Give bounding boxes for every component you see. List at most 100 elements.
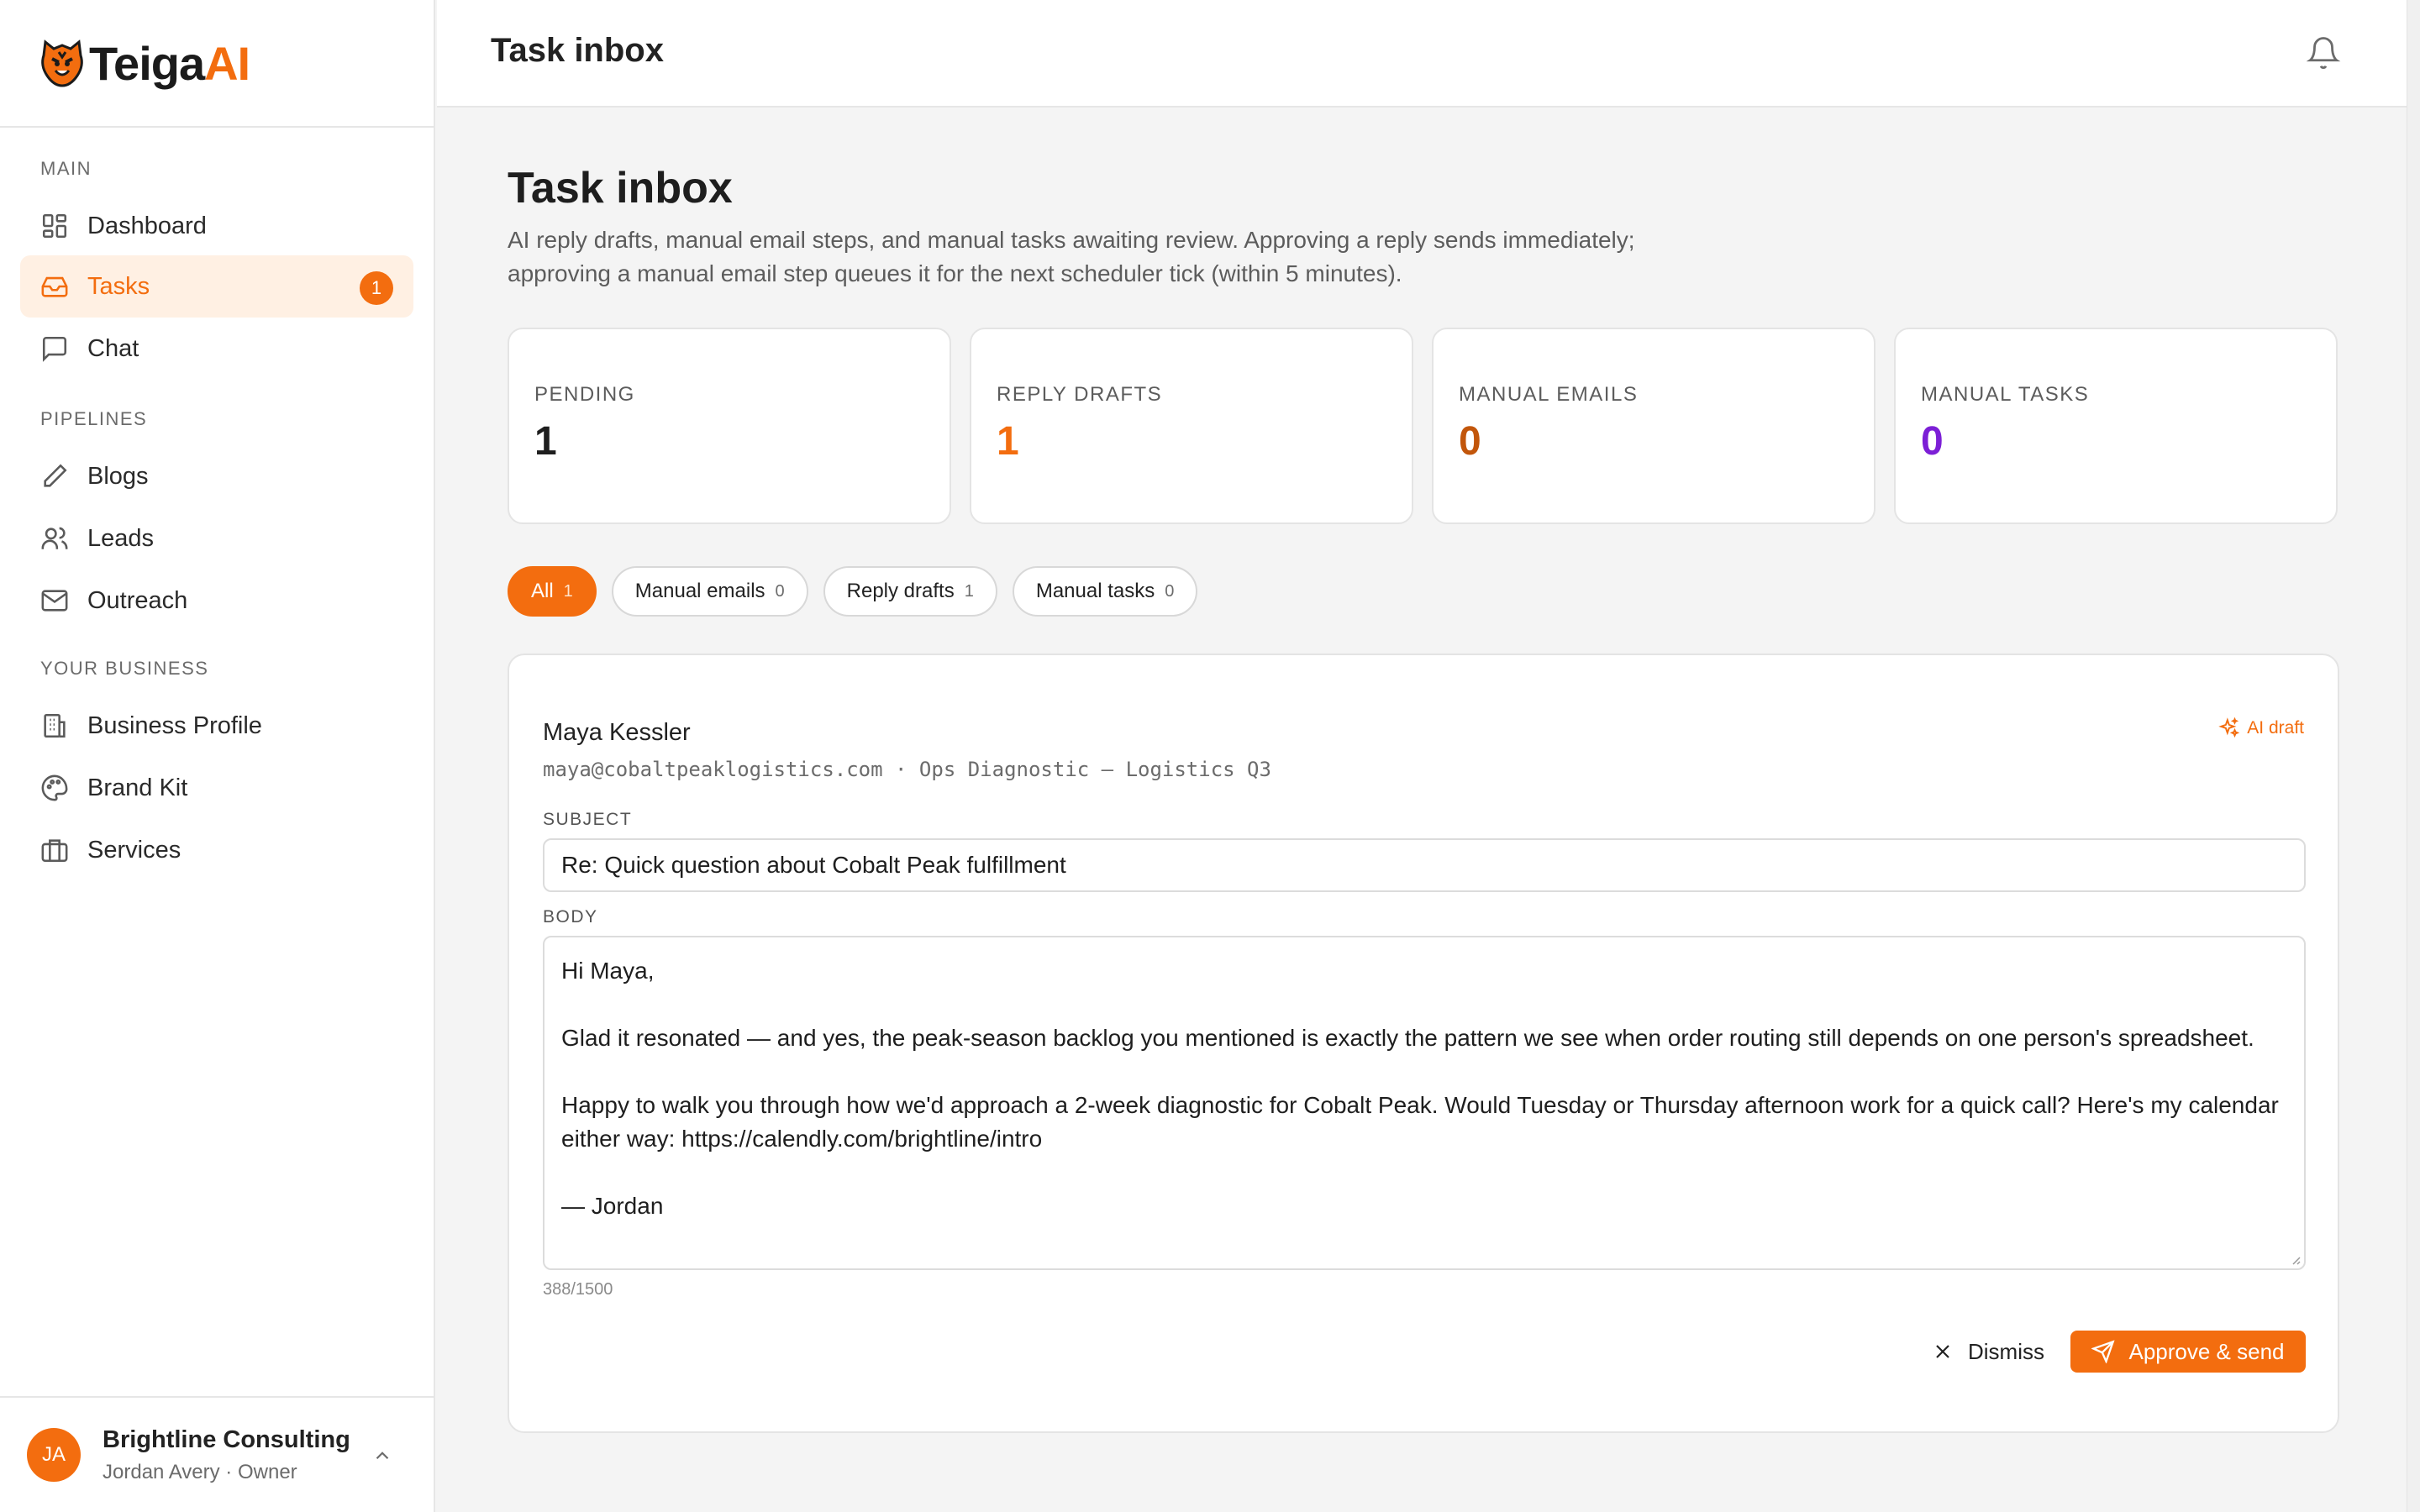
avatar: JA [27, 1428, 81, 1482]
body-line: Glad it resonated — and yes, the peak-se… [561, 1025, 2254, 1051]
stat-card-manual-emails: MANUAL EMAILS 0 [1432, 328, 1876, 524]
sidebar: TeigaAI MAIN Dashboard Tasks 1 Chat PIPE… [0, 0, 435, 1512]
stat-label: REPLY DRAFTS [997, 383, 1163, 406]
stat-value: 1 [534, 419, 557, 464]
sparkles-icon [2218, 717, 2240, 738]
filter-chip-manual-tasks[interactable]: Manual tasks 0 [1012, 566, 1198, 617]
subject-label: SUBJECT [543, 810, 633, 829]
briefcase-icon [41, 839, 68, 863]
chip-label: All [531, 580, 554, 602]
char-count: 388/1500 [543, 1280, 613, 1299]
sidebar-item-label: Blogs [87, 462, 149, 490]
chip-count: 0 [775, 581, 785, 601]
chip-count: 1 [964, 581, 974, 601]
send-icon [2091, 1340, 2116, 1363]
approve-label: Approve & send [2128, 1338, 2285, 1364]
account-info: Brightline Consulting Jordan Avery · Own… [103, 1426, 350, 1484]
section-label-main: MAIN [40, 158, 92, 179]
scrollbar[interactable] [2407, 0, 2420, 1512]
task-card: Maya Kessler maya@cobaltpeaklogistics.co… [508, 654, 2339, 1433]
section-label-pipelines: PIPELINES [40, 408, 148, 429]
body-line [561, 988, 2287, 1021]
chip-count: 1 [563, 581, 573, 601]
sidebar-item-leads[interactable]: Leads [20, 507, 413, 570]
filter-chips: All 1 Manual emails 0 Reply drafts 1 Man… [508, 566, 1198, 617]
account-subtitle: Jordan Avery · Owner [103, 1460, 297, 1483]
header-title: Task inbox [491, 32, 664, 69]
filter-chip-all[interactable]: All 1 [508, 566, 597, 617]
brand-logo[interactable]: TeigaAI [0, 0, 434, 128]
tiger-logo-icon [41, 39, 83, 87]
stat-card-pending: PENDING 1 [508, 328, 951, 524]
tasks-count-badge: 1 [360, 271, 393, 305]
ai-tag-label: AI draft [2247, 718, 2304, 738]
sidebar-item-chat[interactable]: Chat [20, 318, 413, 380]
stat-value: 0 [1459, 419, 1481, 464]
bell-icon[interactable] [2306, 35, 2341, 71]
sidebar-item-outreach[interactable]: Outreach [20, 570, 413, 632]
account-switcher[interactable]: JA Brightline Consulting Jordan Avery · … [0, 1396, 434, 1512]
chip-label: Manual tasks [1035, 580, 1155, 602]
chip-count: 0 [1165, 581, 1175, 601]
dashboard-icon [42, 213, 67, 239]
body-line: Happy to walk you through how we'd appro… [561, 1092, 2279, 1152]
top-bar: Task inbox [437, 0, 2407, 108]
filter-chip-manual-emails[interactable]: Manual emails 0 [611, 566, 808, 617]
ai-draft-tag: AI draft [2218, 717, 2304, 739]
mail-icon [41, 590, 68, 612]
sidebar-item-business-profile[interactable]: Business Profile [20, 695, 413, 757]
nav-section-main: MAIN Dashboard Tasks 1 Chat [0, 158, 434, 380]
sidebar-item-blogs[interactable]: Blogs [20, 445, 413, 507]
users-icon [41, 527, 68, 549]
stat-value: 0 [1921, 419, 1944, 464]
sidebar-item-label: Services [87, 836, 182, 864]
sidebar-item-label: Brand Kit [87, 774, 188, 801]
sidebar-item-brand-kit[interactable]: Brand Kit [20, 757, 413, 819]
building-icon [44, 713, 66, 738]
brand-name: TeigaAI [89, 36, 250, 90]
chip-label: Reply drafts [846, 580, 955, 602]
sidebar-item-dashboard[interactable]: Dashboard [20, 195, 413, 257]
chevron-up-icon [376, 1452, 389, 1460]
stat-label: MANUAL EMAILS [1459, 383, 1639, 406]
palette-icon [41, 774, 68, 801]
page-title: Task inbox [508, 164, 733, 213]
sidebar-item-services[interactable]: Services [20, 819, 413, 881]
resize-handle-icon[interactable] [2289, 1253, 2301, 1265]
pen-icon [44, 464, 67, 487]
sidebar-item-label: Business Profile [87, 711, 262, 739]
sidebar-item-label: Dashboard [87, 212, 207, 239]
sidebar-item-label: Chat [87, 334, 139, 362]
stat-card-manual-tasks: MANUAL TASKS 0 [1894, 328, 2338, 524]
body-label: BODY [543, 907, 598, 927]
sidebar-item-tasks[interactable]: Tasks 1 [20, 255, 413, 318]
filter-chip-reply-drafts[interactable]: Reply drafts 1 [823, 566, 997, 617]
stat-card-reply-drafts: REPLY DRAFTS 1 [970, 328, 1413, 524]
stats-row: PENDING 1 REPLY DRAFTS 1 MANUAL EMAILS 0… [508, 328, 2338, 524]
body-textarea[interactable]: Hi Maya, Glad it resonated — and yes, th… [543, 936, 2306, 1270]
stat-value: 1 [997, 419, 1019, 464]
sender-meta: maya@cobaltpeaklogistics.com · Ops Diagn… [543, 758, 1271, 781]
body-line: Hi Maya, [561, 958, 655, 984]
body-line: — Jordan [561, 1193, 664, 1219]
body-line [561, 1156, 2287, 1189]
stat-label: MANUAL TASKS [1921, 383, 2090, 406]
stat-label: PENDING [534, 383, 635, 406]
close-icon [1936, 1345, 1949, 1358]
subject-input[interactable]: Re: Quick question about Cobalt Peak ful… [543, 838, 2306, 892]
nav-section-business: YOUR BUSINESS Business Profile Brand Kit… [0, 658, 434, 881]
body-line [561, 1055, 2287, 1089]
page-description: AI reply drafts, manual email steps, and… [508, 227, 1635, 286]
sidebar-item-label: Outreach [87, 586, 188, 614]
dismiss-label: Dismiss [1968, 1338, 2044, 1364]
sidebar-item-label: Tasks [87, 272, 150, 300]
dismiss-button[interactable]: Dismiss [1921, 1331, 2056, 1373]
chat-icon [42, 336, 67, 362]
chip-label: Manual emails [634, 580, 765, 602]
sender-name: Maya Kessler [543, 719, 691, 746]
section-label-business: YOUR BUSINESS [40, 658, 209, 679]
nav-section-pipelines: PIPELINES Blogs Leads Outreach [0, 408, 434, 632]
approve-send-button[interactable]: Approve & send [2070, 1331, 2306, 1373]
inbox-icon [41, 276, 68, 297]
account-name: Brightline Consulting [103, 1425, 350, 1453]
